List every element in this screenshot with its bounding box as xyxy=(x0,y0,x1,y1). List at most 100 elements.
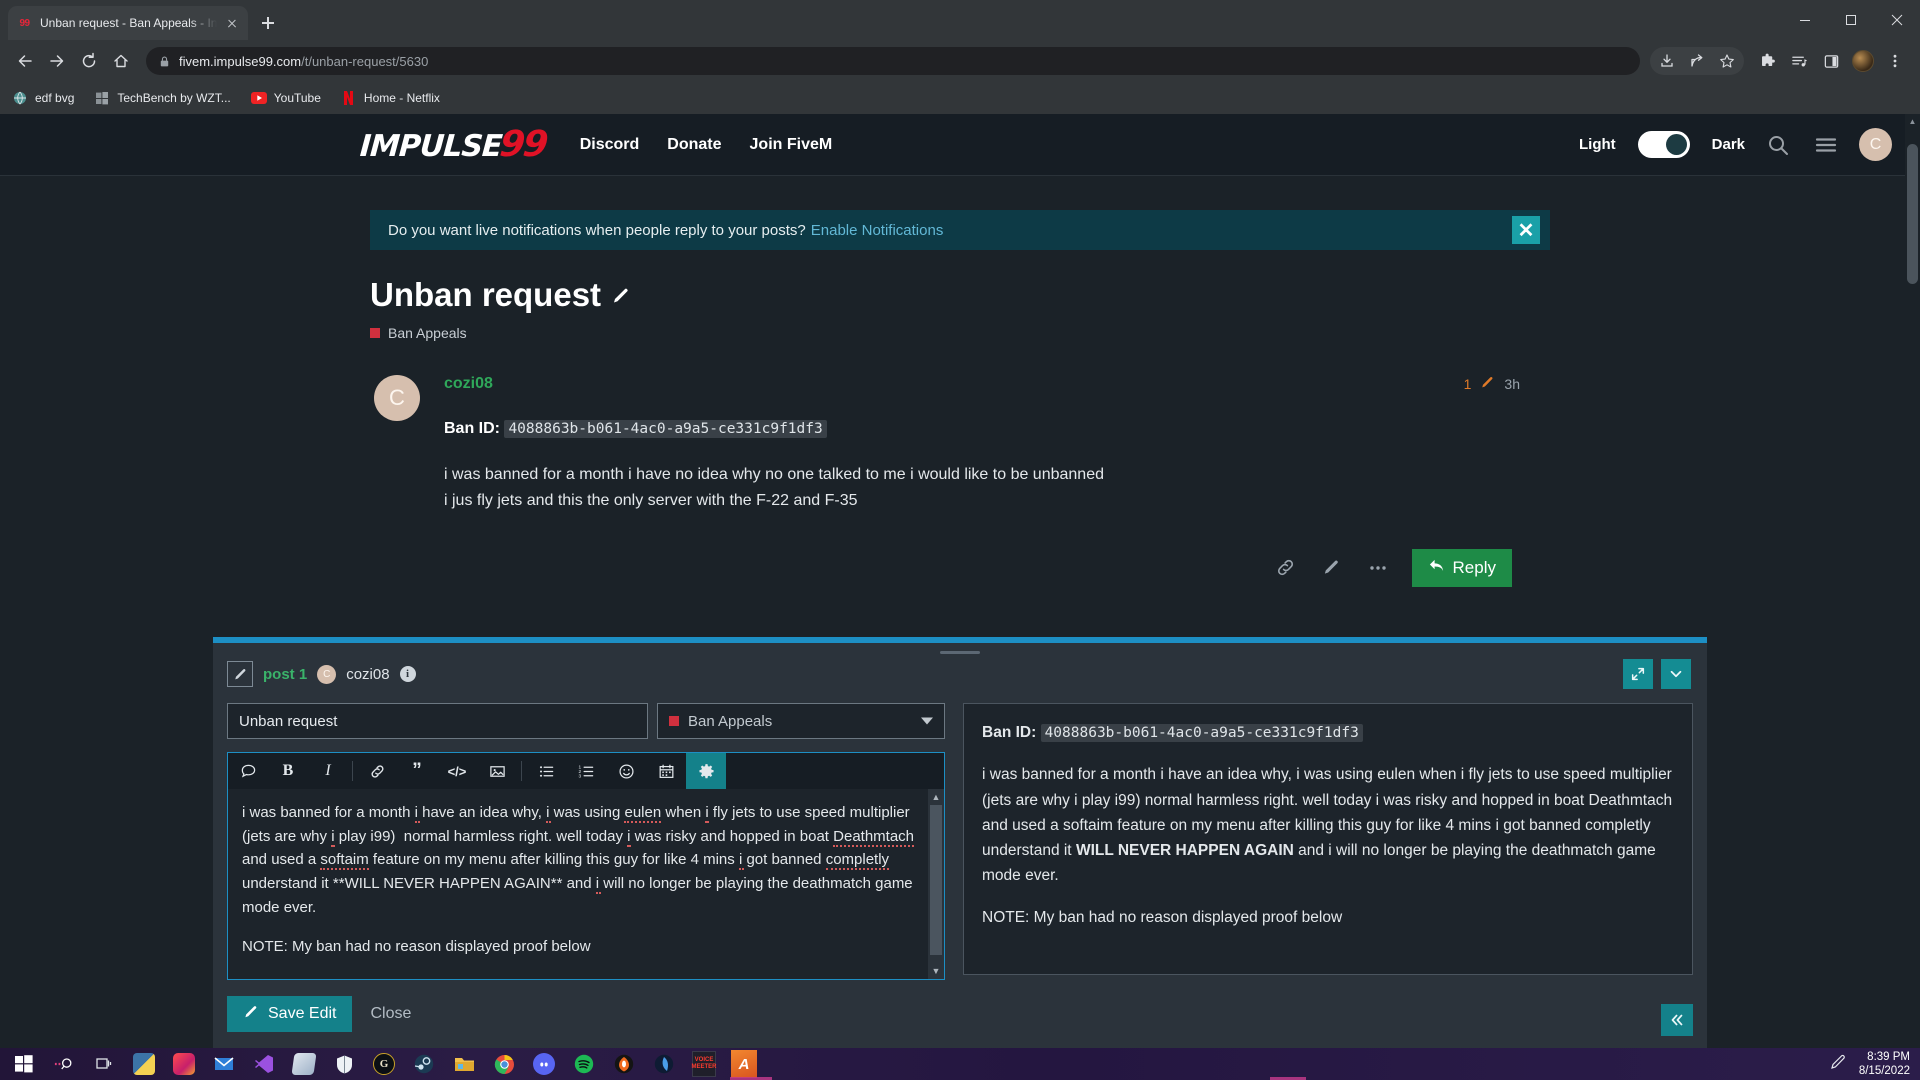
maximize-icon[interactable] xyxy=(1828,4,1874,36)
avatar[interactable]: C xyxy=(374,375,420,421)
theme-toggle[interactable] xyxy=(1637,131,1690,158)
chevron-down-icon[interactable] xyxy=(1661,659,1691,689)
chrome-icon[interactable] xyxy=(484,1048,524,1080)
info-icon[interactable]: i xyxy=(399,666,416,682)
minimize-icon[interactable] xyxy=(1782,4,1828,36)
close-window-icon[interactable] xyxy=(1874,4,1920,36)
edit-mode-icon[interactable] xyxy=(227,661,253,687)
extensions-icon[interactable] xyxy=(1752,46,1782,76)
post-author[interactable]: cozi08 xyxy=(444,375,493,393)
spotify-icon[interactable] xyxy=(564,1048,604,1080)
reply-button[interactable]: Reply xyxy=(1411,548,1512,587)
site-logo[interactable]: IMPULSE 99 xyxy=(359,124,548,165)
scroll-down-arrow-icon[interactable]: ▼ xyxy=(928,963,944,979)
hamburger-menu-icon[interactable] xyxy=(1811,130,1841,160)
bookmark-item[interactable]: edf bvg xyxy=(12,90,74,106)
breadcrumb[interactable]: Ban Appeals xyxy=(370,325,1550,341)
close-icon[interactable] xyxy=(224,15,240,31)
image-icon[interactable] xyxy=(477,753,517,789)
scroll-up-arrow-icon[interactable]: ▲ xyxy=(928,789,944,805)
title-input[interactable] xyxy=(227,703,648,739)
reading-list-icon[interactable] xyxy=(1784,46,1814,76)
bullet-list-icon[interactable] xyxy=(526,753,566,789)
post-text: i was banned for a month i have no idea … xyxy=(444,462,1550,515)
reload-icon[interactable] xyxy=(74,46,104,76)
link-icon[interactable] xyxy=(1274,556,1298,580)
start-icon[interactable] xyxy=(4,1048,44,1080)
discord-icon[interactable] xyxy=(524,1048,564,1080)
close-icon[interactable]: ✕ xyxy=(1512,216,1540,244)
scroll-up-arrow-icon[interactable]: ▲ xyxy=(1905,114,1920,129)
italic-icon[interactable]: I xyxy=(308,753,348,789)
save-edit-button[interactable]: Save Edit xyxy=(227,996,353,1032)
brave-icon[interactable] xyxy=(604,1048,644,1080)
scrollbar-thumb[interactable] xyxy=(930,805,942,955)
link-icon[interactable] xyxy=(357,753,397,789)
search-icon[interactable] xyxy=(44,1048,84,1080)
avatar: C xyxy=(317,664,337,684)
onedrive-icon[interactable] xyxy=(284,1048,324,1080)
league-icon[interactable]: G xyxy=(364,1048,404,1080)
close-editor-button[interactable]: Close xyxy=(370,1005,411,1023)
back-icon[interactable] xyxy=(10,46,40,76)
quote-icon[interactable]: ” xyxy=(397,753,437,789)
install-icon[interactable] xyxy=(1652,46,1682,76)
forward-icon[interactable] xyxy=(42,46,72,76)
category-select[interactable]: Ban Appeals xyxy=(657,703,945,739)
profile-avatar[interactable] xyxy=(1848,46,1878,76)
a-app-icon[interactable]: A xyxy=(724,1048,764,1080)
chat-bubble-icon[interactable] xyxy=(228,753,268,789)
bookmark-item[interactable]: YouTube xyxy=(250,90,321,106)
more-options-icon[interactable] xyxy=(1366,556,1390,580)
toolbar-divider xyxy=(521,761,522,781)
task-view-icon[interactable] xyxy=(84,1048,124,1080)
editor-post-number[interactable]: post 1 xyxy=(263,666,307,683)
user-avatar[interactable]: C xyxy=(1859,128,1892,161)
python-icon[interactable] xyxy=(124,1048,164,1080)
steam-icon[interactable] xyxy=(404,1048,444,1080)
nav-item-join-fivem[interactable]: Join FiveM xyxy=(750,136,833,154)
adobe-icon[interactable] xyxy=(164,1048,204,1080)
bold-icon[interactable]: B xyxy=(268,753,308,789)
share-icon[interactable] xyxy=(1682,46,1712,76)
bookmark-item[interactable]: TechBench by WZT... xyxy=(94,90,231,106)
numbered-list-icon[interactable]: 123 xyxy=(566,753,606,789)
scrollbar-thumb[interactable] xyxy=(1907,144,1918,284)
editor-footer: Save Edit Close xyxy=(213,980,1707,1048)
windows-security-icon[interactable] xyxy=(324,1048,364,1080)
edit-title-icon[interactable] xyxy=(611,276,631,314)
nav-item-discord[interactable]: Discord xyxy=(580,136,640,154)
bookmark-item[interactable]: Home - Netflix xyxy=(341,90,440,106)
calendar-icon[interactable] xyxy=(646,753,686,789)
preview-body: i was banned for a month i have an idea … xyxy=(982,762,1674,888)
search-icon[interactable] xyxy=(1763,130,1793,160)
new-tab-button[interactable] xyxy=(254,9,282,37)
file-explorer-icon[interactable] xyxy=(444,1048,484,1080)
browser-tab[interactable]: 99 Unban request - Ban Appeals - In xyxy=(8,6,248,40)
bookmark-star-icon[interactable] xyxy=(1712,46,1742,76)
tray-pen-icon[interactable] xyxy=(1829,1053,1847,1076)
address-bar[interactable]: fivem.impulse99.com/t/unban-request/5630 xyxy=(146,47,1640,75)
editor-scrollbar[interactable]: ▲ ▼ xyxy=(928,789,944,979)
collapse-icon[interactable] xyxy=(1661,1004,1693,1036)
edit-post-icon[interactable] xyxy=(1320,556,1344,580)
globe-icon xyxy=(12,90,28,106)
code-icon[interactable]: </> xyxy=(437,753,477,789)
pencil-icon[interactable] xyxy=(1480,375,1495,393)
visual-studio-icon[interactable] xyxy=(244,1048,284,1080)
nav-item-donate[interactable]: Donate xyxy=(667,136,721,154)
taskbar-clock[interactable]: 8:39 PM 8/15/2022 xyxy=(1859,1050,1910,1079)
mail-icon[interactable] xyxy=(204,1048,244,1080)
emoji-icon[interactable] xyxy=(606,753,646,789)
resize-handle[interactable] xyxy=(940,651,980,654)
voicemeeter-icon[interactable]: VOICE MEETER xyxy=(684,1048,724,1080)
chrome-menu-icon[interactable] xyxy=(1880,46,1910,76)
expand-icon[interactable] xyxy=(1623,659,1653,689)
arc-icon[interactable] xyxy=(644,1048,684,1080)
enable-notifications-link[interactable]: Enable Notifications xyxy=(811,222,944,239)
markdown-textarea[interactable]: i was banned for a month i have an idea … xyxy=(228,789,944,979)
page-scrollbar[interactable]: ▲ xyxy=(1905,114,1920,1048)
home-icon[interactable] xyxy=(106,46,136,76)
gear-icon[interactable] xyxy=(686,753,726,789)
side-panel-icon[interactable] xyxy=(1816,46,1846,76)
